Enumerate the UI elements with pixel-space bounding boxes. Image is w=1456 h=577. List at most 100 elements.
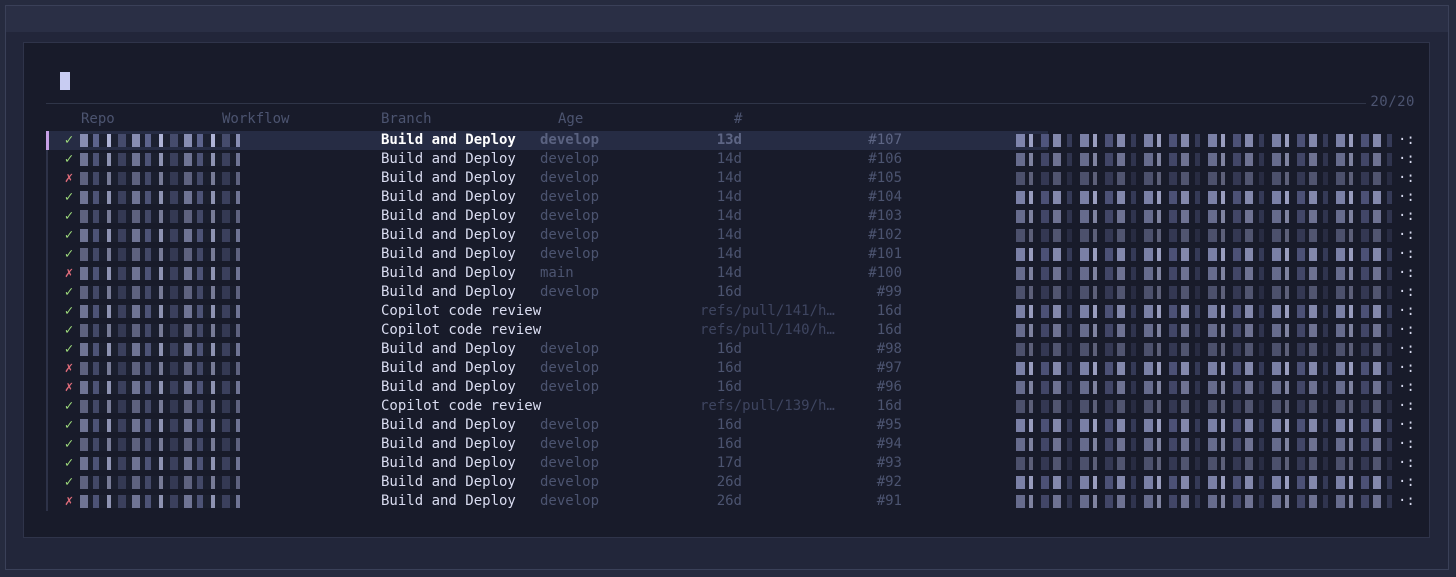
- run-row[interactable]: ✗ Build and Deploy develop 14d #105 ·:: [24, 169, 1429, 188]
- run-workflow: Build and Deploy: [381, 284, 516, 300]
- search-input-cursor[interactable]: [60, 72, 70, 90]
- run-workflow: Build and Deploy: [381, 208, 516, 224]
- more-indicator: ·:: [1398, 398, 1415, 414]
- run-row[interactable]: ✓ Build and Deploy develop 17d #93 ·:: [24, 454, 1429, 473]
- run-row[interactable]: ✓ Build and Deploy develop 14d #106 ·:: [24, 150, 1429, 169]
- run-age: 17d: [716, 455, 742, 471]
- run-row[interactable]: ✓ Build and Deploy develop 14d #103 ·:: [24, 207, 1429, 226]
- run-number: #99: [876, 284, 902, 300]
- redacted-title: [1016, 438, 1398, 451]
- run-row[interactable]: ✓ Build and Deploy develop 16d #98 ·:: [24, 340, 1429, 359]
- terminal-window: 20/20 Repo Workflow Branch Age # ✓ Build …: [5, 5, 1449, 570]
- run-row[interactable]: ✗ Build and Deploy main 14d #100 ·:: [24, 264, 1429, 283]
- redacted-title: [1016, 191, 1398, 204]
- more-indicator: ·:: [1398, 208, 1415, 224]
- run-workflow: Build and Deploy: [381, 341, 516, 357]
- redacted-repo: [80, 381, 240, 394]
- cross-icon: ✗: [64, 493, 74, 509]
- run-row[interactable]: ✓ Build and Deploy develop 14d #102 ·:: [24, 226, 1429, 245]
- run-number: #98: [876, 341, 902, 357]
- run-workflow: Copilot code review: [381, 398, 542, 414]
- more-indicator: ·:: [1398, 227, 1415, 243]
- more-indicator: ·:: [1398, 360, 1415, 376]
- run-number: #95: [876, 417, 902, 433]
- more-indicator: ·:: [1398, 379, 1415, 395]
- run-row[interactable]: ✓ Copilot code review refs/pull/141/h… 16d ·…: [24, 302, 1429, 321]
- run-age: 16d: [716, 379, 742, 395]
- redacted-title: [1016, 400, 1398, 413]
- redacted-title: [1016, 381, 1398, 394]
- more-indicator: ·:: [1398, 436, 1415, 452]
- run-workflow: Build and Deploy: [381, 170, 516, 186]
- more-indicator: ·:: [1398, 132, 1415, 148]
- run-workflow: Build and Deploy: [381, 493, 516, 509]
- run-row[interactable]: ✓ Build and Deploy develop 16d #94 ·:: [24, 435, 1429, 454]
- run-row[interactable]: ✓ Build and Deploy develop 14d #104 ·:: [24, 188, 1429, 207]
- run-branch: develop: [540, 151, 600, 167]
- run-branch: develop: [540, 455, 600, 471]
- cross-icon: ✗: [64, 265, 74, 281]
- run-row[interactable]: ✓ Build and Deploy develop 14d #101 ·:: [24, 245, 1429, 264]
- run-age: 14d: [716, 246, 742, 262]
- run-age: 26d: [716, 493, 742, 509]
- run-age: 14d: [716, 151, 742, 167]
- run-row[interactable]: ✓ Build and Deploy develop 16d #99 ·:: [24, 283, 1429, 302]
- run-workflow: Build and Deploy: [381, 246, 516, 262]
- run-list: ✓ Build and Deploy develop 13d #107 ·: ✓ Build …: [24, 131, 1429, 511]
- run-branch: develop: [540, 436, 600, 452]
- column-header-age: Age: [558, 111, 584, 127]
- column-header: Repo Workflow Branch Age #: [24, 111, 1429, 130]
- run-age: 26d: [716, 474, 742, 490]
- check-icon: ✓: [64, 189, 74, 205]
- run-workflow: Build and Deploy: [381, 474, 516, 490]
- run-row[interactable]: ✗ Build and Deploy develop 16d #96 ·:: [24, 378, 1429, 397]
- run-row[interactable]: ✗ Build and Deploy develop 16d #97 ·:: [24, 359, 1429, 378]
- check-icon: ✓: [64, 436, 74, 452]
- run-number: #103: [868, 208, 902, 224]
- cross-icon: ✗: [64, 170, 74, 186]
- run-branch: develop: [540, 189, 600, 205]
- check-icon: ✓: [64, 303, 74, 319]
- run-row[interactable]: ✓ Build and Deploy develop 13d #107 ·:: [24, 131, 1429, 150]
- more-indicator: ·:: [1398, 284, 1415, 300]
- run-workflow: Build and Deploy: [381, 132, 516, 148]
- redacted-repo: [80, 419, 240, 432]
- run-row[interactable]: ✓ Copilot code review refs/pull/139/h… 16d ·…: [24, 397, 1429, 416]
- run-age: 16d: [876, 322, 902, 338]
- run-workflow: Build and Deploy: [381, 379, 516, 395]
- redacted-repo: [80, 438, 240, 451]
- redacted-title: [1016, 324, 1398, 337]
- run-row[interactable]: ✗ Build and Deploy develop 26d #91 ·:: [24, 492, 1429, 511]
- run-number: #107: [868, 132, 902, 148]
- check-icon: ✓: [64, 208, 74, 224]
- run-age: 16d: [876, 303, 902, 319]
- redacted-repo: [80, 267, 240, 280]
- more-indicator: ·:: [1398, 170, 1415, 186]
- cross-icon: ✗: [64, 379, 74, 395]
- more-indicator: ·:: [1398, 265, 1415, 281]
- run-number: #102: [868, 227, 902, 243]
- run-workflow: Build and Deploy: [381, 455, 516, 471]
- redacted-title: [1016, 286, 1398, 299]
- run-number: #93: [876, 455, 902, 471]
- run-branch: develop: [540, 170, 600, 186]
- run-branch: develop: [540, 341, 600, 357]
- more-indicator: ·:: [1398, 474, 1415, 490]
- run-number: #104: [868, 189, 902, 205]
- run-age: 16d: [876, 398, 902, 414]
- run-row[interactable]: ✓ Copilot code review refs/pull/140/h… 16d ·…: [24, 321, 1429, 340]
- redacted-title: [1016, 229, 1398, 242]
- redacted-repo: [80, 248, 240, 261]
- column-header-repo: Repo: [81, 111, 115, 127]
- run-branch: refs/pull/139/h…: [700, 398, 835, 414]
- check-icon: ✓: [64, 284, 74, 300]
- redacted-title: [1016, 476, 1398, 489]
- redacted-repo: [80, 134, 240, 147]
- check-icon: ✓: [64, 455, 74, 471]
- redacted-repo: [80, 343, 240, 356]
- run-branch: develop: [540, 417, 600, 433]
- run-row[interactable]: ✓ Build and Deploy develop 26d #92 ·:: [24, 473, 1429, 492]
- more-indicator: ·:: [1398, 189, 1415, 205]
- title-bar: [6, 6, 1448, 32]
- run-row[interactable]: ✓ Build and Deploy develop 16d #95 ·:: [24, 416, 1429, 435]
